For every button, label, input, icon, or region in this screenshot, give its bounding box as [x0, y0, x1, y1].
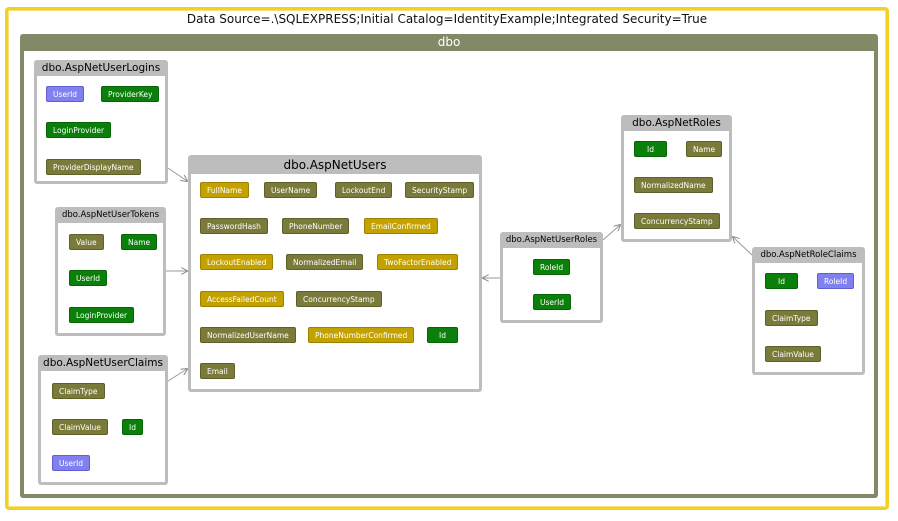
- column-username[interactable]: UserName: [264, 182, 318, 198]
- column-lockoutenabled[interactable]: LockoutEnabled: [200, 254, 274, 270]
- column-userid[interactable]: UserId: [46, 86, 85, 102]
- table-aspnetuserroles[interactable]: dbo.AspNetUserRoles RoleId UserId: [500, 232, 603, 323]
- column-loginprovider[interactable]: LoginProvider: [46, 122, 112, 138]
- column-email[interactable]: Email: [200, 363, 235, 379]
- column-emailconfirmed[interactable]: EmailConfirmed: [364, 218, 438, 234]
- column-lockoutend[interactable]: LockoutEnd: [335, 182, 393, 198]
- column-claimvalue[interactable]: ClaimValue: [765, 346, 821, 362]
- column-securitystamp[interactable]: SecurityStamp: [405, 182, 475, 198]
- table-aspnetuserclaims[interactable]: dbo.AspNetUserClaims ClaimType ClaimValu…: [38, 355, 168, 485]
- table-aspnetroleclaims[interactable]: dbo.AspNetRoleClaims Id RoleId ClaimType…: [752, 247, 865, 375]
- column-claimtype[interactable]: ClaimType: [52, 383, 105, 399]
- column-name[interactable]: Name: [121, 234, 158, 250]
- table-body: ClaimType ClaimValue Id UserId: [41, 371, 165, 482]
- column-twofactorenabled[interactable]: TwoFactorEnabled: [377, 254, 459, 270]
- table-aspnetusertokens[interactable]: dbo.AspNetUserTokens Value Name UserId L…: [55, 207, 166, 336]
- column-value[interactable]: Value: [69, 234, 104, 250]
- column-id[interactable]: Id: [634, 141, 667, 157]
- column-id[interactable]: Id: [122, 419, 143, 435]
- column-passwordhash[interactable]: PasswordHash: [200, 218, 268, 234]
- column-normalizedname[interactable]: NormalizedName: [634, 177, 713, 193]
- column-userid[interactable]: UserId: [69, 270, 108, 286]
- table-body: Id Name NormalizedName ConcurrencyStamp: [624, 131, 729, 239]
- column-concurrencystamp[interactable]: ConcurrencyStamp: [296, 291, 382, 307]
- table-title: dbo.AspNetUserTokens: [61, 210, 160, 220]
- table-title: dbo.AspNetUserClaims: [43, 357, 163, 369]
- table-aspnetroles[interactable]: dbo.AspNetRoles Id Name NormalizedName C…: [621, 115, 732, 242]
- column-id[interactable]: Id: [427, 327, 458, 343]
- table-body: UserId ProviderKey LoginProvider Provide…: [37, 76, 165, 181]
- table-title: dbo.AspNetUsers: [283, 158, 387, 172]
- column-phonenumberconfirmed[interactable]: PhoneNumberConfirmed: [308, 327, 415, 343]
- table-body: FullName UserName LockoutEnd SecuritySta…: [191, 174, 479, 389]
- column-loginprovider[interactable]: LoginProvider: [69, 307, 135, 323]
- table-body: RoleId UserId: [503, 248, 600, 320]
- table-aspnetuserlogins[interactable]: dbo.AspNetUserLogins UserId ProviderKey …: [34, 60, 168, 184]
- column-roleid[interactable]: RoleId: [533, 259, 571, 275]
- table-body: Id RoleId ClaimType ClaimValue: [755, 263, 862, 372]
- column-claimtype[interactable]: ClaimType: [765, 310, 818, 326]
- table-title: dbo.AspNetUserRoles: [505, 235, 598, 245]
- column-name[interactable]: Name: [686, 141, 723, 157]
- table-title: dbo.AspNetRoleClaims: [760, 250, 857, 260]
- column-claimvalue[interactable]: ClaimValue: [52, 419, 108, 435]
- column-userid[interactable]: UserId: [52, 455, 91, 471]
- table-title: dbo.AspNetUserLogins: [41, 62, 161, 74]
- table-body: Value Name UserId LoginProvider: [58, 223, 163, 333]
- column-phonenumber[interactable]: PhoneNumber: [282, 218, 350, 234]
- table-title: dbo.AspNetRoles: [632, 117, 721, 129]
- data-source-title: Data Source=.\SQLEXPRESS;Initial Catalog…: [186, 12, 708, 26]
- column-normalizedusername[interactable]: NormalizedUserName: [200, 327, 296, 343]
- column-fullname[interactable]: FullName: [200, 182, 249, 198]
- column-accessfailedcount[interactable]: AccessFailedCount: [200, 291, 284, 307]
- column-concurrencystamp[interactable]: ConcurrencyStamp: [634, 213, 720, 229]
- column-roleid[interactable]: RoleId: [817, 273, 855, 289]
- column-providerkey[interactable]: ProviderKey: [101, 86, 160, 102]
- schema-title: dbo: [437, 35, 461, 49]
- column-id[interactable]: Id: [765, 273, 798, 289]
- table-aspnetusers[interactable]: dbo.AspNetUsers FullName UserName Lockou…: [188, 155, 482, 392]
- column-userid[interactable]: UserId: [533, 294, 572, 310]
- column-normalizedemail[interactable]: NormalizedEmail: [286, 254, 364, 270]
- column-providerdisplayname[interactable]: ProviderDisplayName: [46, 159, 141, 175]
